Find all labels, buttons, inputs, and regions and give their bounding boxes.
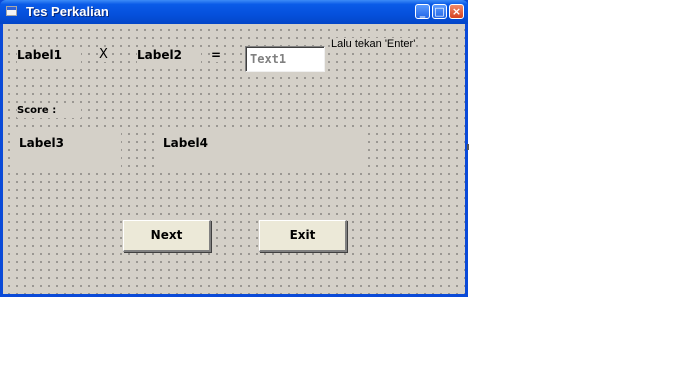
multiply-operator-label: X: [99, 47, 108, 62]
window-title: Tes Perkalian: [26, 4, 109, 19]
label3: Label3: [15, 128, 121, 168]
title-bar[interactable]: Tes Perkalian _ □ ×: [0, 0, 468, 24]
label1: Label1: [17, 48, 81, 64]
score-label: Score :: [17, 104, 81, 118]
equals-label: =: [211, 48, 222, 62]
window-border-right[interactable]: [465, 24, 468, 297]
label2: Label2: [137, 48, 201, 64]
resize-handle[interactable]: [467, 144, 469, 150]
exit-button[interactable]: Exit: [259, 220, 347, 252]
maximize-icon[interactable]: □: [432, 4, 447, 19]
answer-input[interactable]: Text1: [245, 46, 325, 72]
next-button[interactable]: Next: [123, 220, 211, 252]
window-border-bottom[interactable]: [0, 294, 468, 297]
form-icon[interactable]: [6, 6, 17, 16]
close-icon[interactable]: ×: [449, 4, 464, 19]
minimize-icon[interactable]: _: [415, 4, 430, 19]
form-designer-grid: Label1 X Label2 = Text1 Lalu tekan 'Ente…: [3, 24, 465, 294]
app-window: Tes Perkalian _ □ × Label1 X Label2 = Te…: [0, 0, 468, 297]
label4: Label4: [158, 128, 362, 168]
enter-hint-label: Lalu tekan 'Enter': [331, 38, 416, 50]
